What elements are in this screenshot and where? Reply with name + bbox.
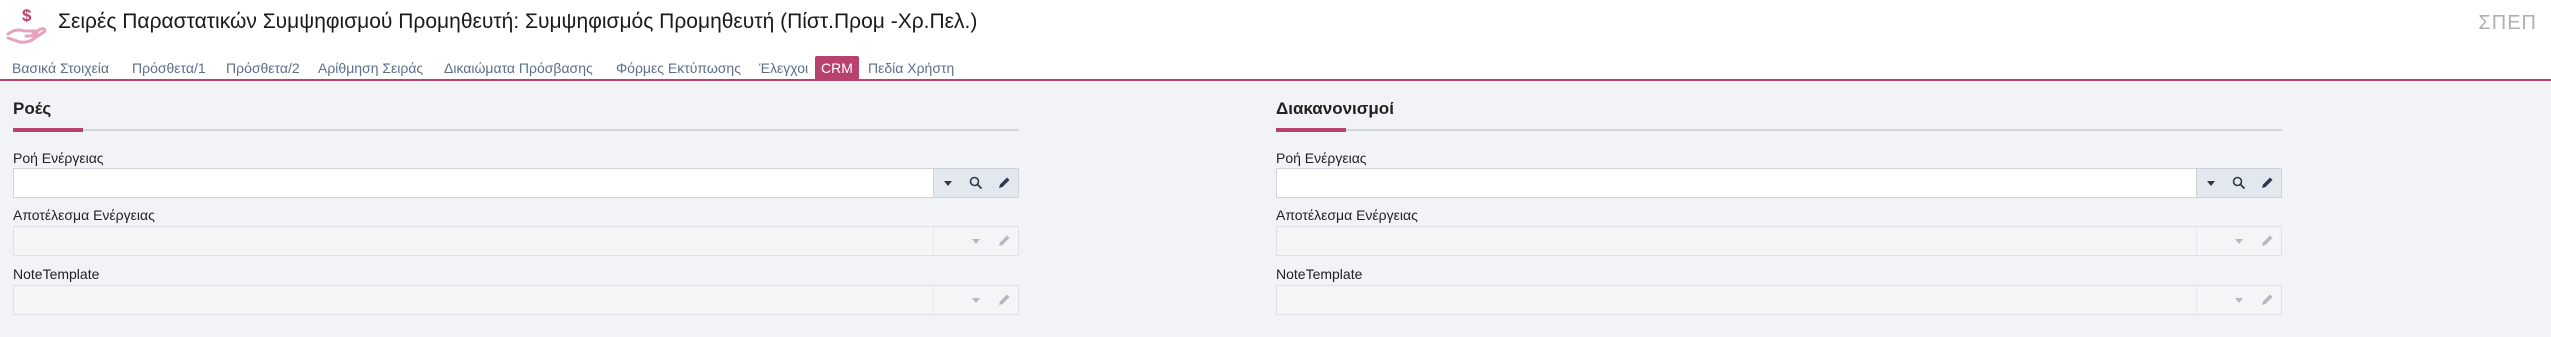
dropdown-arrow-icon[interactable] xyxy=(937,172,959,194)
action-flow-field[interactable] xyxy=(13,168,1019,198)
edit-icon xyxy=(2256,289,2278,311)
note-template-field xyxy=(13,285,1019,315)
field-buttons xyxy=(933,286,1018,314)
tab-checks[interactable]: Έλεγχοι xyxy=(759,57,808,79)
field-buttons xyxy=(2196,286,2281,314)
edit-icon xyxy=(2256,230,2278,252)
tab-access-rights[interactable]: Δικαιώματα Πρόσβασης xyxy=(444,57,593,79)
field-buttons xyxy=(2196,169,2281,197)
tab-series-numbering[interactable]: Αρίθμηση Σειράς xyxy=(318,57,423,79)
panel-title: Διακανονισμοί xyxy=(1276,99,1394,118)
tab-additional-2[interactable]: Πρόσθετα/2 xyxy=(226,57,300,79)
field-label: Ροή Ενέργειας xyxy=(1276,150,1367,166)
field-label: Αποτέλεσμα Ενέργειας xyxy=(13,207,155,223)
field-buttons xyxy=(933,169,1018,197)
header: $ Σειρές Παραστατικών Συμψηφισμού Προμηθ… xyxy=(0,0,2551,54)
dropdown-arrow-icon[interactable] xyxy=(2200,172,2222,194)
edit-icon[interactable] xyxy=(993,172,1015,194)
tab-bar: Βασικά Στοιχεία Πρόσθετα/1 Πρόσθετα/2 Αρ… xyxy=(0,54,2551,81)
page-code: ΣΠΕΠ xyxy=(2478,12,2537,34)
action-result-field xyxy=(13,226,1019,256)
page-title: Σειρές Παραστατικών Συμψηφισμού Προμηθευ… xyxy=(58,10,978,33)
tab-basic-info[interactable]: Βασικά Στοιχεία xyxy=(12,57,109,79)
field-label: Αποτέλεσμα Ενέργειας xyxy=(1276,207,1418,223)
panel-title: Ροές xyxy=(13,99,52,118)
tab-user-fields[interactable]: Πεδία Χρήστη xyxy=(868,57,954,79)
edit-icon xyxy=(993,289,1015,311)
field-buttons xyxy=(933,227,1018,255)
dropdown-arrow-icon xyxy=(2228,289,2250,311)
field-label: NoteTemplate xyxy=(13,266,100,282)
action-flow-field[interactable] xyxy=(1276,168,2282,198)
tab-crm[interactable]: CRM xyxy=(815,56,859,81)
dropdown-arrow-icon xyxy=(2228,230,2250,252)
divider-accent xyxy=(13,128,83,132)
field-buttons xyxy=(2196,227,2281,255)
divider xyxy=(1276,129,2282,131)
action-result-field xyxy=(1276,226,2282,256)
edit-icon xyxy=(993,230,1015,252)
search-icon[interactable] xyxy=(965,172,987,194)
note-template-field xyxy=(1276,285,2282,315)
tab-additional-1[interactable]: Πρόσθετα/1 xyxy=(132,57,206,79)
dropdown-arrow-icon xyxy=(965,230,987,252)
field-label: NoteTemplate xyxy=(1276,266,1363,282)
divider xyxy=(13,129,1019,131)
svg-text:$: $ xyxy=(22,6,32,25)
dropdown-arrow-icon xyxy=(965,289,987,311)
tab-print-forms[interactable]: Φόρμες Εκτύπωσης xyxy=(616,57,741,79)
hand-money-icon: $ xyxy=(6,4,48,44)
divider-accent xyxy=(1276,128,1346,132)
crm-content: Ροές Ροή Ενέργειας Αποτέλεσμα Ενέργειας xyxy=(0,81,2551,337)
search-icon[interactable] xyxy=(2228,172,2250,194)
field-label: Ροή Ενέργειας xyxy=(13,150,104,166)
edit-icon[interactable] xyxy=(2256,172,2278,194)
